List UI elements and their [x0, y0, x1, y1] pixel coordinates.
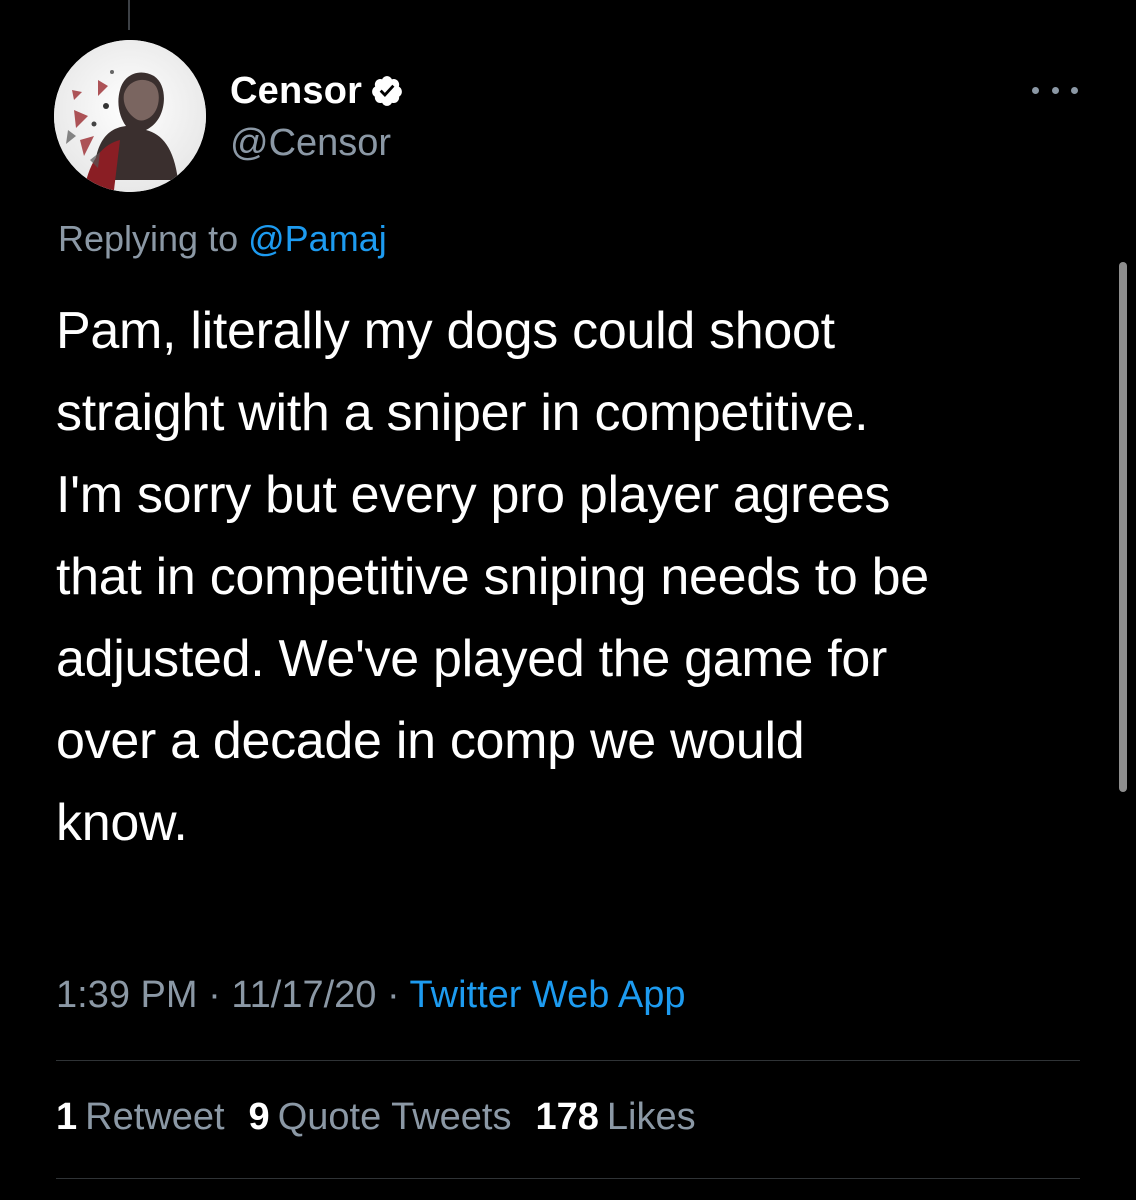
quote-tweets-label: Quote Tweets	[277, 1096, 512, 1138]
replying-to-mention-link[interactable]: @Pamaj	[248, 218, 387, 259]
likes-stat[interactable]: 178 Likes	[535, 1096, 695, 1139]
tweet-text-line: know.	[56, 794, 188, 852]
retweets-count: 1	[56, 1096, 78, 1138]
likes-label: Likes	[606, 1096, 696, 1138]
meta-separator: ·	[208, 974, 221, 1016]
more-horizontal-icon	[1032, 86, 1039, 94]
tweet-text-line: straight with a sniper in competitive.	[56, 384, 869, 442]
more-options-button[interactable]	[1032, 72, 1078, 108]
tweet-time[interactable]: 1:39 PM	[56, 974, 198, 1016]
stats-divider-top	[56, 1060, 1080, 1061]
verified-badge-icon	[370, 74, 404, 108]
author-display-name[interactable]: Censor	[230, 70, 362, 113]
tweet-metadata: 1:39 PM · 11/17/20 · Twitter Web App	[56, 974, 686, 1017]
stats-divider-bottom	[56, 1178, 1080, 1179]
more-horizontal-icon	[1071, 86, 1078, 94]
more-horizontal-icon	[1051, 86, 1059, 94]
tweet-text-line: that in competitive sniping needs to be	[56, 548, 929, 606]
author-name-row[interactable]: Censor	[230, 66, 404, 116]
retweets-label: Retweet	[85, 1096, 225, 1138]
author-handle[interactable]: @Censor	[230, 122, 391, 165]
quote-tweets-stat[interactable]: 9 Quote Tweets	[249, 1096, 512, 1139]
thread-connector-line	[128, 0, 130, 30]
tweet-source-link[interactable]: Twitter Web App	[410, 974, 686, 1016]
tweet-text-line: Pam, literally my dogs could shoot	[56, 302, 835, 360]
tweet-stats: 1 Retweet 9 Quote Tweets 178 Likes	[56, 1096, 696, 1139]
avatar-photo-icon	[54, 40, 206, 192]
replying-to-line: Replying to @Pamaj	[58, 218, 387, 260]
tweet-text-line: I'm sorry but every pro player agrees	[56, 466, 891, 524]
quote-tweets-count: 9	[248, 1096, 270, 1138]
meta-separator: ·	[386, 974, 400, 1016]
tweet-date[interactable]: 11/17/20	[231, 974, 376, 1016]
replying-to-prefix: Replying to	[58, 218, 239, 259]
tweet-text-line: over a decade in comp we would	[56, 712, 805, 770]
avatar[interactable]	[54, 40, 206, 192]
likes-count: 178	[535, 1096, 599, 1138]
tweet-text-line: adjusted. We've played the game for	[56, 630, 887, 688]
retweets-stat[interactable]: 1 Retweet	[56, 1096, 225, 1139]
tweet-text: Pam, literally my dogs could shoot strai…	[56, 290, 1096, 864]
scrollbar-thumb[interactable]	[1119, 262, 1127, 792]
